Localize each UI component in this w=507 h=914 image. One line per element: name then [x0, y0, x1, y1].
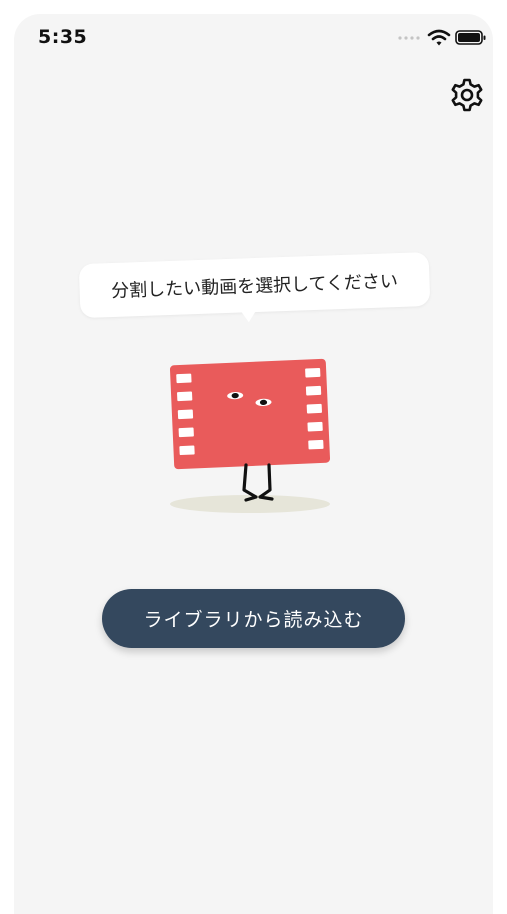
- wifi-icon: [427, 29, 451, 46]
- status-icons: [397, 28, 489, 48]
- speech-bubble: 分割したい動画を選択してください: [78, 251, 434, 344]
- app-screen: 5:35 分割したい動画を選択してください ライブラリから読み込む: [14, 14, 493, 914]
- film-strip-mascot: [169, 358, 331, 513]
- mascot-legs: [242, 463, 274, 502]
- gear-icon: [451, 78, 483, 112]
- signal-icon: [398, 36, 420, 40]
- settings-button[interactable]: [448, 76, 486, 114]
- battery-icon: [455, 30, 486, 45]
- speech-bubble-tail: [240, 309, 257, 323]
- import-from-library-button[interactable]: ライブラリから読み込む: [102, 589, 405, 648]
- status-time: 5:35: [38, 26, 88, 48]
- prompt-message: 分割したい動画を選択してください: [110, 271, 399, 303]
- speech-bubble-body: 分割したい動画を選択してください: [78, 251, 431, 319]
